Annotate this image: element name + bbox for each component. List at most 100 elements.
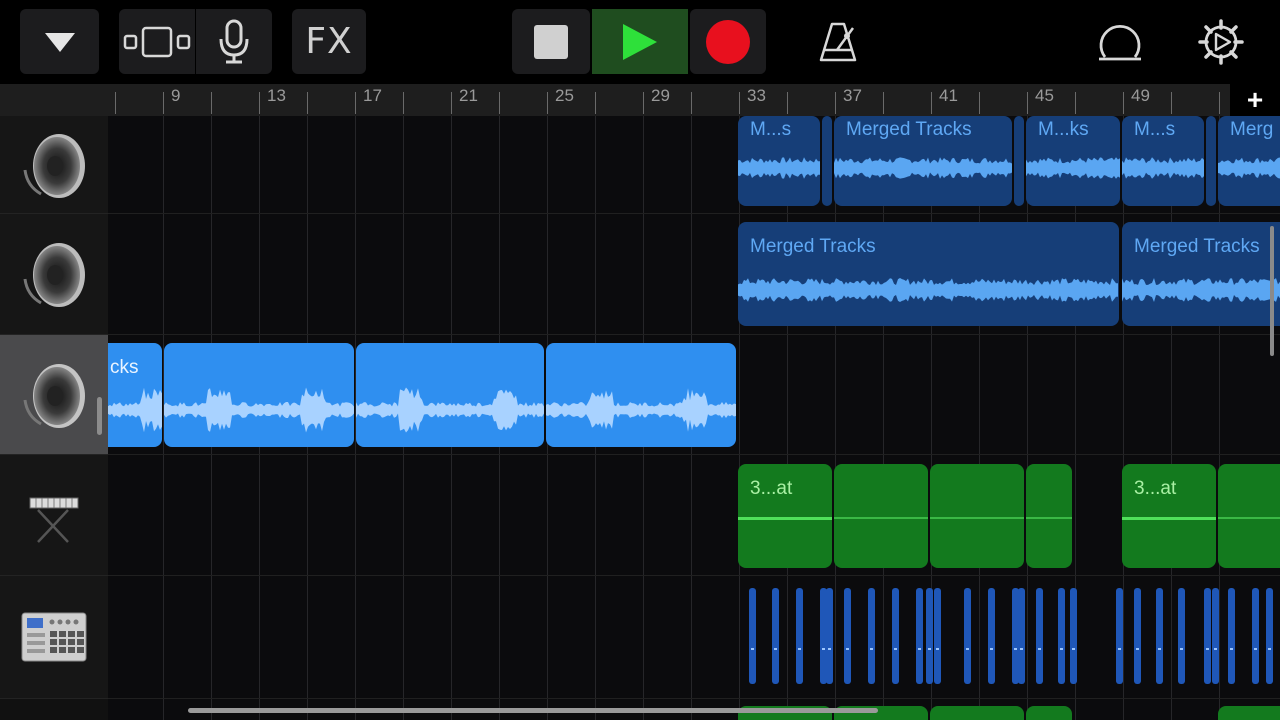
midi-region[interactable] <box>834 464 928 568</box>
fx-button[interactable]: FX <box>292 9 366 74</box>
ruler-tick <box>259 92 260 114</box>
waveform-shape <box>738 157 820 179</box>
midi-region[interactable] <box>1218 706 1280 720</box>
audio-region-selected[interactable] <box>164 343 354 447</box>
drum-hit <box>916 588 923 684</box>
tracks-area[interactable]: M...s Merged Tracks M...ks M...s Merg Me… <box>108 116 1280 720</box>
midi-region[interactable] <box>930 464 1024 568</box>
midi-region[interactable] <box>1026 706 1072 720</box>
track-lane-4[interactable] <box>108 455 1280 576</box>
waveform <box>738 157 820 179</box>
vertical-scrollbar[interactable] <box>1270 226 1274 356</box>
track-header-1[interactable] <box>0 116 108 214</box>
timeline-ruler[interactable]: 9 13 17 21 25 29 33 37 41 45 49 <box>108 84 1280 116</box>
speaker-icon <box>23 363 85 428</box>
drum-hit <box>1266 588 1273 684</box>
waveform <box>834 157 1012 179</box>
ruler-tick <box>499 92 500 114</box>
audio-region[interactable] <box>822 116 832 206</box>
drum-hit <box>1018 588 1025 684</box>
bar-number: 41 <box>939 86 958 105</box>
region-label: M...s <box>750 119 792 140</box>
audio-region[interactable] <box>1014 116 1024 206</box>
drum-hit <box>1058 588 1065 684</box>
ruler-tick <box>979 92 980 114</box>
drum-hit <box>926 588 933 684</box>
ruler-tick <box>355 92 356 114</box>
drum-hit <box>868 588 875 684</box>
waveform-shape <box>164 387 354 433</box>
ruler-tick <box>115 92 116 114</box>
view-toggle-group <box>119 9 272 74</box>
drum-pattern[interactable] <box>108 584 1280 690</box>
bar-number: 45 <box>1035 86 1054 105</box>
triangle-down-icon <box>44 32 75 52</box>
audio-region[interactable] <box>1206 116 1216 206</box>
audio-region-selected[interactable]: cks <box>108 343 162 447</box>
audio-region[interactable]: M...s <box>738 116 820 206</box>
drum-hit <box>1036 588 1043 684</box>
settings-button[interactable] <box>1194 16 1248 68</box>
midi-region[interactable]: 3...at <box>1122 464 1216 568</box>
audio-region[interactable]: Merged Tracks <box>1122 222 1280 326</box>
stop-button[interactable] <box>512 9 590 74</box>
record-button[interactable] <box>690 9 766 74</box>
audio-region-selected[interactable] <box>356 343 544 447</box>
track-header-3[interactable] <box>0 335 108 455</box>
midi-note-line <box>1026 517 1072 519</box>
stop-icon <box>534 24 568 59</box>
midi-region[interactable] <box>1026 464 1072 568</box>
ruler-tick <box>547 92 548 114</box>
drum-hit <box>988 588 995 684</box>
audio-region-selected[interactable] <box>546 343 736 447</box>
ruler-corner <box>0 84 108 116</box>
bar-number: 21 <box>459 86 478 105</box>
play-icon <box>623 23 657 60</box>
waveform-shape <box>834 157 1012 179</box>
drum-hit <box>1212 588 1219 684</box>
loop-browser-button[interactable] <box>1092 16 1148 68</box>
ruler-tick <box>1027 92 1028 114</box>
audio-region[interactable]: M...s <box>1122 116 1204 206</box>
waveform <box>164 387 354 433</box>
record-input-button[interactable] <box>196 9 272 74</box>
browser-menu-button[interactable] <box>20 9 99 74</box>
waveform-shape <box>1218 157 1280 179</box>
waveform-shape <box>546 388 736 432</box>
track-header-5[interactable] <box>0 576 108 699</box>
play-button[interactable] <box>592 9 688 74</box>
add-section-button[interactable]: + <box>1230 84 1280 116</box>
track-resize-handle[interactable] <box>97 397 102 435</box>
metronome-button[interactable] <box>810 16 866 68</box>
region-label: Merged Tracks <box>1134 236 1260 257</box>
ruler-tick <box>403 92 404 114</box>
midi-region[interactable]: 3...at <box>738 464 832 568</box>
bar-number: 9 <box>171 86 181 105</box>
audio-region[interactable]: M...ks <box>1026 116 1120 206</box>
audio-region[interactable]: Merg <box>1218 116 1280 206</box>
waveform <box>1218 157 1280 179</box>
bar-number: 33 <box>747 86 766 105</box>
region-label: M...s <box>1134 119 1176 140</box>
control-bar: FX <box>0 0 1280 84</box>
tracks-view-button[interactable] <box>119 9 195 74</box>
drum-hit <box>964 588 971 684</box>
track-header-2[interactable] <box>0 214 108 335</box>
midi-region[interactable] <box>1218 464 1280 568</box>
bar-number: 29 <box>651 86 670 105</box>
bar-number: 37 <box>843 86 862 105</box>
midi-region[interactable] <box>930 706 1024 720</box>
audio-region[interactable]: Merged Tracks <box>738 222 1119 326</box>
waveform-shape <box>108 387 162 433</box>
drum-hit <box>1178 588 1185 684</box>
bar-number: 25 <box>555 86 574 105</box>
waveform <box>1026 157 1120 179</box>
audio-region[interactable]: Merged Tracks <box>834 116 1012 206</box>
ruler-tick <box>163 92 164 114</box>
horizontal-scrollbar[interactable] <box>188 708 878 713</box>
track-header-4[interactable] <box>0 455 108 576</box>
waveform-shape <box>1026 157 1120 179</box>
waveform <box>738 278 1118 302</box>
ruler-tick <box>883 92 884 114</box>
plus-icon: + <box>1246 84 1264 115</box>
